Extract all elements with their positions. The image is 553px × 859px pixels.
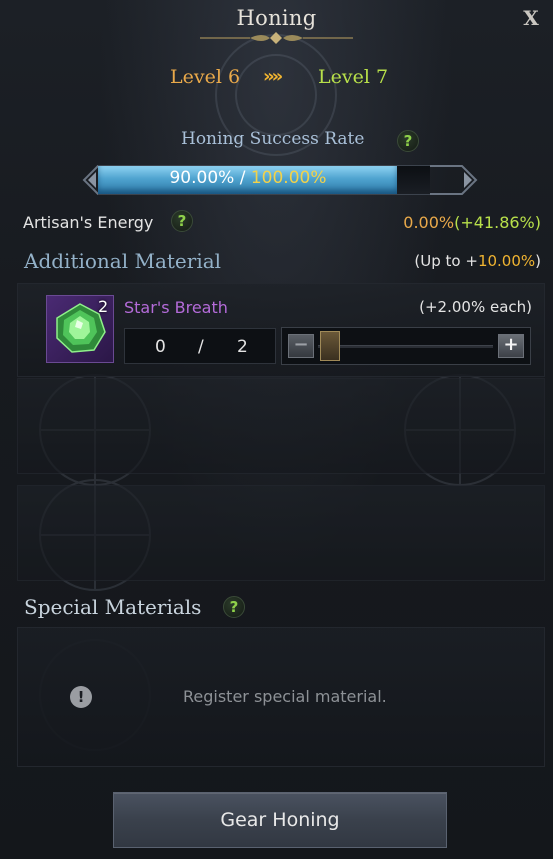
honing-panel: Honing X Level 6 »» Level 7 Honing Succe…: [0, 0, 553, 859]
success-rate-help-icon[interactable]: ?: [397, 130, 419, 152]
level-to: Level 7: [318, 66, 389, 88]
slider-track[interactable]: [318, 345, 493, 348]
quantity-current: 0: [155, 337, 166, 357]
quantity-max: 2: [237, 337, 248, 357]
additional-material-cap: (Up to +10.00%): [414, 252, 541, 270]
level-from: Level 6: [170, 66, 241, 88]
artisan-energy-current: 0.00%: [403, 213, 455, 232]
quantity-input[interactable]: 0 / 2: [124, 328, 276, 364]
empty-material-slot: [17, 485, 545, 581]
artisan-energy-value: 0.00%(+41.86%): [403, 213, 541, 232]
item-count: 2: [98, 297, 109, 316]
special-materials-help-icon[interactable]: ?: [223, 596, 245, 618]
item-bonus-each: (+2.00% each): [419, 298, 532, 316]
special-material-slot[interactable]: ! Register special material.: [17, 627, 545, 767]
cap-suffix: ): [535, 252, 541, 270]
quantity-slider[interactable]: − +: [281, 327, 531, 365]
exclamation-icon: !: [70, 686, 92, 708]
material-slot: 2 Star's Breath (+2.00% each) 0 / 2 − +: [17, 283, 545, 377]
success-rate-label: Honing Success Rate: [181, 129, 365, 149]
slider-handle[interactable]: [320, 331, 340, 361]
decrease-button[interactable]: −: [288, 334, 314, 358]
quantity-separator: /: [198, 337, 204, 357]
window-title: Honing: [236, 6, 317, 30]
gear-honing-button[interactable]: Gear Honing: [113, 792, 447, 848]
special-material-hint: Register special material.: [183, 687, 387, 706]
success-rate-current: 90.00%: [169, 168, 235, 188]
chevron-right-icon: »»: [263, 66, 283, 87]
increase-button[interactable]: +: [498, 334, 524, 358]
success-rate-max: 100.00%: [250, 168, 327, 188]
success-rate-separator: /: [234, 168, 251, 188]
close-button[interactable]: X: [519, 6, 543, 30]
artisan-energy-label: Artisan's Energy: [23, 213, 154, 232]
empty-material-slot: [17, 378, 545, 474]
item-name: Star's Breath: [124, 298, 228, 317]
cap-prefix: (Up to +: [414, 252, 478, 270]
special-materials-title: Special Materials: [24, 595, 202, 619]
success-rate-value: 90.00% / 100.00%: [98, 168, 398, 188]
title-ornament: [200, 32, 353, 44]
cap-value: 10.00%: [477, 252, 536, 270]
window-header: Honing X: [0, 0, 553, 46]
level-row: Level 6 »» Level 7: [0, 66, 553, 94]
artisan-help-icon[interactable]: ?: [171, 210, 193, 232]
additional-material-title: Additional Material: [24, 249, 222, 273]
artisan-energy-bonus: (+41.86%): [454, 213, 541, 232]
